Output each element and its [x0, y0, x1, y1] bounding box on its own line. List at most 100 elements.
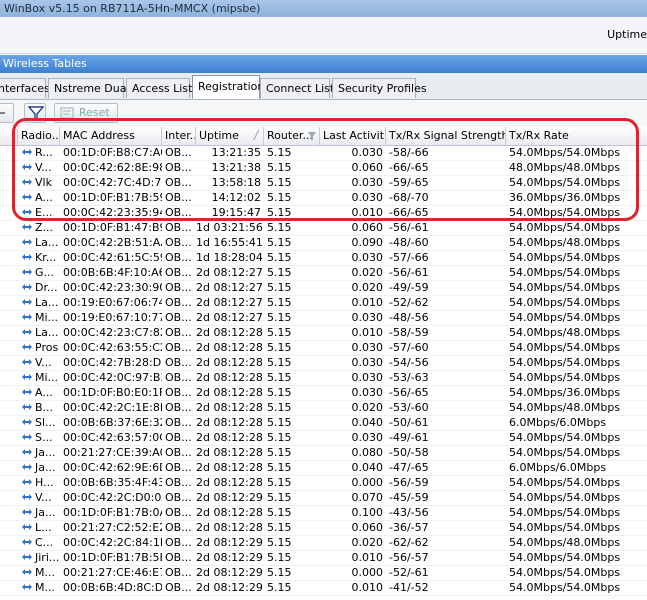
table-row[interactable]: La... 00:19:E0:67:06:74 OB... 2d 08:12:27 5.…: [0, 296, 647, 311]
cell-uptime: 2d 08:12:28: [196, 521, 263, 534]
table-row[interactable]: V... 00:0C:42:7B:28:D5 OB... 2d 08:12:28 5.1…: [0, 356, 647, 371]
cell-tx-rx-rate: 54.0Mbps/54.0Mbps: [509, 311, 621, 324]
wireless-client-icon: [22, 584, 32, 590]
table-row[interactable]: Mi... 00:0C:42:0C:97:B3 OB... 2d 08:12:28 5.…: [0, 371, 647, 386]
cell-interface: OB...: [165, 461, 192, 474]
cell-interface: OB...: [165, 566, 192, 579]
table-row[interactable]: Sl... 00:0B:6B:37:6E:32 OB... 2d 08:12:28 5.…: [0, 416, 647, 431]
cell-interface: OB...: [165, 431, 192, 444]
table-row[interactable]: L... 00:21:27:C2:52:E2 OB... 2d 08:12:28 5.1…: [0, 521, 647, 536]
tab-security-profiles[interactable]: Security Profiles: [332, 78, 427, 98]
cell-uptime: 2d 08:12:28: [196, 356, 263, 369]
column-header-interface[interactable]: Inter...: [162, 127, 196, 145]
column-header-router[interactable]: Router...: [264, 127, 320, 145]
table-row[interactable]: Vlk 00:0C:42:7C:4D:7B OB... 13:58:18 5.15 0.0…: [0, 176, 647, 191]
filter-button[interactable]: [24, 103, 46, 123]
cell-router: 5.15: [267, 146, 292, 159]
table-row[interactable]: A... 00:1D:0F:B0:E0:1F OB... 2d 08:12:28 5.1…: [0, 386, 647, 401]
table-header: Radio... MAC Address Inter... Uptime ╱ R…: [0, 127, 647, 146]
cell-mac-address: 00:0C:42:63:55:C2: [63, 341, 162, 354]
cell-radio: A...: [18, 386, 60, 401]
wireless-client-icon: [22, 419, 32, 425]
table-row[interactable]: Dr... 00:0C:42:23:30:90 OB... 2d 08:12:27 5.…: [0, 281, 647, 296]
cell-signal-strength: -53/-63: [389, 371, 429, 384]
window-title-bar[interactable]: Wireless Tables: [0, 55, 647, 73]
cell-tx-rx-rate: 54.0Mbps/54.0Mbps: [509, 521, 621, 534]
cell-interface: OB...: [165, 176, 192, 189]
tab-interfaces[interactable]: nterfaces: [0, 78, 50, 98]
remove-button[interactable]: [0, 103, 14, 123]
table-row[interactable]: Ja... 00:1D:0F:B1:7B:0A OB... 2d 08:12:28 5.…: [0, 506, 647, 521]
table-row[interactable]: E... 00:0C:42:23:35:94 OB... 19:15:47 5.15 0.…: [0, 206, 647, 221]
cell-last-activity: 0.060: [351, 521, 384, 534]
table-row[interactable]: Mi... 00:19:E0:67:10:77 OB... 2d 08:12:27 5.…: [0, 311, 647, 326]
table-row[interactable]: A... 00:1D:0F:B1:7B:59 OB... 14:12:02 5.15 0.…: [0, 191, 647, 206]
cell-last-activity: 0.020: [351, 401, 384, 414]
table-row[interactable]: Kr... 00:0C:42:61:5C:59 OB... 1d 18:28:04 5.…: [0, 251, 647, 266]
cell-radio: Dr...: [18, 281, 60, 296]
cell-radio: V...: [18, 161, 60, 176]
cell-radio: L...: [18, 521, 60, 536]
app-title-bar: WinBox v5.15 on RB711A-5Hn-MMCX (mipsbe): [0, 0, 647, 17]
table-row[interactable]: G... 00:0B:6B:4F:10:A6 OB... 2d 08:12:27 5.1…: [0, 266, 647, 281]
column-header-tx-rx-rate[interactable]: Tx/Rx Rate: [506, 127, 647, 145]
column-header-radio[interactable]: Radio...: [18, 127, 60, 145]
tab-connect-list[interactable]: Connect List: [260, 78, 334, 98]
cell-signal-strength: -41/-52: [389, 581, 429, 594]
wireless-client-icon: [22, 539, 32, 545]
cell-router: 5.15: [267, 341, 292, 354]
cell-router: 5.15: [267, 356, 292, 369]
cell-signal-strength: -53/-60: [389, 401, 429, 414]
table-row[interactable]: B... 00:0C:42:2C:1E:8F OB... 2d 08:12:28 5.1…: [0, 401, 647, 416]
cell-uptime: 13:21:35: [211, 146, 261, 159]
wireless-client-icon: [22, 239, 32, 245]
table-row[interactable]: H... 00:0B:6B:35:4F:43 OB... 2d 08:12:28 5.1…: [0, 476, 647, 491]
table-row[interactable]: C... 00:0C:42:2C:84:1E OB... 2d 08:12:29 5.1…: [0, 536, 647, 551]
cell-router: 5.15: [267, 386, 292, 399]
cell-mac-address: 00:0C:42:7C:4D:7B: [63, 176, 162, 189]
cell-last-activity: 0.100: [351, 506, 384, 519]
table-row[interactable]: Pros 00:0C:42:63:55:C2 OB... 2d 08:12:28 5.1…: [0, 341, 647, 356]
cell-uptime: 14:12:02: [211, 191, 261, 204]
reset-button[interactable]: Reset: [54, 103, 118, 123]
cell-radio: Mi...: [18, 371, 60, 386]
cell-radio: Pros: [18, 341, 60, 356]
wireless-client-icon: [22, 269, 32, 275]
table-row[interactable]: Ja... 00:21:27:CE:39:A0 OB... 2d 08:12:28 5.…: [0, 446, 647, 461]
tab-registration[interactable]: Registration: [192, 75, 264, 99]
wireless-client-icon: [22, 164, 32, 170]
cell-last-activity: 0.030: [351, 251, 384, 264]
column-header-last-activity[interactable]: Last Activit...: [320, 127, 386, 145]
table-row[interactable]: La... 00:0C:42:2B:51:AA OB... 1d 16:55:41 5.…: [0, 236, 647, 251]
minus-icon: [0, 112, 5, 114]
table-row[interactable]: S... 00:0C:42:63:57:0C OB... 2d 08:12:28 5.1…: [0, 431, 647, 446]
table-row[interactable]: M... 00:21:27:CE:46:E7 OB... 2d 08:12:29 5.1…: [0, 566, 647, 581]
cell-uptime: 2d 08:12:29: [196, 536, 263, 549]
tab-nstreme-dual[interactable]: Nstreme Dual: [48, 78, 130, 98]
table-row[interactable]: Z... 00:1D:0F:B1:47:B9 OB... 1d 03:21:56 5.1…: [0, 221, 647, 236]
table-row[interactable]: R... 00:1D:0F:B8:C7:A0 OB... 13:21:35 5.15 0.…: [0, 146, 647, 161]
table-row[interactable]: Jiri... 00:1D:0F:B1:7B:5E OB... 2d 08:12:29…: [0, 551, 647, 566]
cell-interface: OB...: [165, 311, 192, 324]
tab-access-list[interactable]: Access List: [126, 78, 192, 98]
cell-radio: Kr...: [18, 251, 60, 266]
cell-radio: La...: [18, 326, 60, 341]
cell-interface: OB...: [165, 581, 192, 594]
table-row[interactable]: V... 00:0C:42:62:8E:98 OB... 13:21:38 5.15 0.…: [0, 161, 647, 176]
cell-interface: OB...: [165, 371, 192, 384]
cell-last-activity: 0.030: [351, 311, 384, 324]
table-row[interactable]: La... 00:0C:42:23:C7:82 OB... 2d 08:12:28 5.…: [0, 326, 647, 341]
column-header-signal-strength[interactable]: Tx/Rx Signal Strength...: [386, 127, 506, 145]
cell-last-activity: 0.040: [351, 416, 384, 429]
column-header-uptime[interactable]: Uptime ╱: [196, 127, 264, 145]
table-row[interactable]: V... 00:0C:42:2C:D0:0A OB... 2d 08:12:29 5.1…: [0, 491, 647, 506]
cell-interface: OB...: [165, 491, 192, 504]
cell-radio: Sl...: [18, 416, 60, 431]
cell-router: 5.15: [267, 581, 292, 594]
column-header-mac-address[interactable]: MAC Address: [60, 127, 162, 145]
table-row[interactable]: M... 00:0B:6B:4D:8C:D1 OB... 2d 08:12:29 5.1…: [0, 581, 647, 596]
cell-uptime: 2d 08:12:27: [196, 296, 263, 309]
cell-signal-strength: -49/-59: [389, 281, 429, 294]
table-row[interactable]: Ja... 00:0C:42:62:9E:6D OB... 2d 08:12:28 5.…: [0, 461, 647, 476]
cell-last-activity: 0.030: [351, 341, 384, 354]
